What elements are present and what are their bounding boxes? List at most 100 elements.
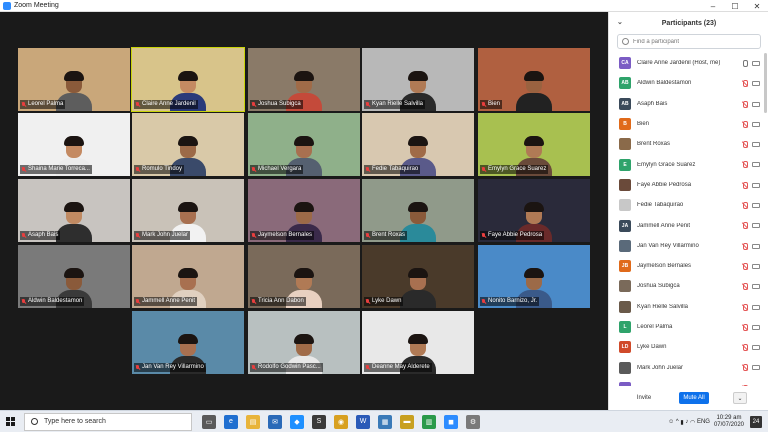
people-icon[interactable]: ☺ <box>668 419 674 425</box>
volume-icon[interactable]: ♪ <box>685 419 688 425</box>
video-camera-icon[interactable] <box>752 203 760 209</box>
clock[interactable]: 10:29 am 07/07/2020 <box>714 415 744 429</box>
mic-muted-icon[interactable] <box>741 242 748 250</box>
notification-center-icon[interactable]: 24 <box>750 416 762 428</box>
video-tile[interactable]: Fedie Tabaquirao <box>362 113 474 176</box>
participant-row[interactable]: Mark John Juelar <box>609 357 768 377</box>
video-tile[interactable]: Leorel Palma <box>18 48 130 111</box>
participant-row[interactable]: LD Lyke Dawn <box>609 337 768 357</box>
chrome-icon[interactable]: ◉ <box>334 414 348 429</box>
windows-start-icon[interactable] <box>2 411 18 432</box>
maximize-icon[interactable]: ☐ <box>724 0 746 12</box>
video-camera-icon[interactable] <box>752 182 760 188</box>
video-camera-icon[interactable] <box>752 345 760 351</box>
participant-row[interactable]: AB Aldwin Baldestamon <box>609 73 768 93</box>
video-camera-icon[interactable] <box>752 243 760 249</box>
video-tile[interactable]: Rodolfo Godwin Pasc... <box>248 311 360 374</box>
participant-row[interactable]: JB Jaymelson Bernales <box>609 256 768 276</box>
mic-muted-icon[interactable] <box>741 80 748 88</box>
taskbar-search[interactable]: Type here to search <box>24 412 192 431</box>
mic-muted-icon[interactable] <box>741 222 748 230</box>
more-options-button[interactable]: ⌄ <box>733 392 747 404</box>
video-tile[interactable]: Nonito Barnizo, Jr. <box>478 245 590 308</box>
video-tile[interactable]: Joshua Subigca <box>248 48 360 111</box>
edge-icon[interactable]: e <box>224 414 238 429</box>
mail-icon[interactable]: ✉ <box>268 414 282 429</box>
video-tile[interactable]: Kyan Rielle Salvilla <box>362 48 474 111</box>
language-indicator[interactable]: ENG <box>697 419 710 425</box>
video-camera-icon[interactable] <box>752 101 760 107</box>
mic-muted-icon[interactable] <box>741 303 748 311</box>
video-camera-icon[interactable] <box>752 223 760 229</box>
dropbox-icon[interactable]: ◆ <box>290 414 304 429</box>
video-camera-icon[interactable] <box>752 121 760 127</box>
participant-row[interactable]: AB Asaph Bais <box>609 94 768 114</box>
app-s-icon[interactable]: S <box>312 414 326 429</box>
video-tile[interactable]: Asaph Bais <box>18 179 130 242</box>
video-tile[interactable]: Emylyn Grace Suarez <box>478 113 590 176</box>
video-tile[interactable]: Faye Abbie Pedrosa <box>478 179 590 242</box>
find-participant-input[interactable] <box>633 38 753 45</box>
video-tile[interactable]: Lyke Dawn <box>362 245 474 308</box>
video-camera-icon[interactable] <box>752 142 760 148</box>
find-participant-field[interactable] <box>617 34 761 49</box>
word-icon[interactable]: W <box>356 414 370 429</box>
video-tile[interactable]: Aldwin Baldestamon <box>18 245 130 308</box>
video-camera-icon[interactable] <box>752 162 760 168</box>
mic-muted-icon[interactable] <box>741 181 748 189</box>
video-camera-icon[interactable] <box>752 324 760 330</box>
video-tile[interactable]: Jaymelson Bernales <box>248 179 360 242</box>
video-tile[interactable]: Bien <box>478 48 590 111</box>
mic-muted-icon[interactable] <box>741 141 748 149</box>
mic-muted-icon[interactable] <box>741 202 748 210</box>
participant-row[interactable]: Brent Roxas <box>609 134 768 154</box>
video-camera-icon[interactable] <box>752 263 760 269</box>
zoom-taskbar-icon[interactable]: ◼ <box>444 414 458 429</box>
task-view-icon[interactable]: ▭ <box>202 414 216 429</box>
participant-row[interactable]: B Bien <box>609 114 768 134</box>
participant-row[interactable]: CA Claire Anne Jardenil (Host, me) <box>609 53 768 73</box>
file-explorer-icon[interactable]: ▤ <box>246 414 260 429</box>
invite-button[interactable]: Invite <box>631 392 657 404</box>
participant-row[interactable]: L Leorel Palma <box>609 317 768 337</box>
mic-muted-icon[interactable] <box>741 364 748 372</box>
mic-icon[interactable] <box>741 60 748 67</box>
video-tile[interactable]: Michael Vergara <box>248 113 360 176</box>
close-icon[interactable]: ✕ <box>746 0 768 12</box>
participant-row[interactable]: Jan Van Rey Villarmino <box>609 236 768 256</box>
settings-icon[interactable]: ⚙ <box>466 414 480 429</box>
spreadsheet-icon[interactable]: ▥ <box>422 414 436 429</box>
video-tile[interactable]: Jammell Anne Penit <box>132 245 244 308</box>
video-camera-icon[interactable] <box>752 304 760 310</box>
scrollbar[interactable] <box>764 53 767 113</box>
mic-muted-icon[interactable] <box>741 100 748 108</box>
video-tile[interactable]: Claire Anne Jardenil <box>131 47 245 112</box>
video-tile[interactable]: Jan Van Rey Villarmino <box>132 311 244 374</box>
video-tile[interactable]: Romulo Tindoy <box>132 113 244 176</box>
mic-muted-icon[interactable] <box>741 323 748 331</box>
video-camera-icon[interactable] <box>752 365 760 371</box>
notes-icon[interactable]: ▬ <box>400 414 414 429</box>
mic-muted-icon[interactable] <box>741 344 748 352</box>
video-camera-icon[interactable] <box>752 284 760 290</box>
participant-row[interactable]: Joshua Subigca <box>609 276 768 296</box>
participant-row[interactable]: E Emylyn Grace Suarez <box>609 154 768 174</box>
mic-muted-icon[interactable] <box>741 161 748 169</box>
participant-row[interactable]: Kyan Rielle Salvilla <box>609 297 768 317</box>
video-tile[interactable]: Deanne May Alderete <box>362 311 474 374</box>
video-tile[interactable]: Shaina Marie Torreca... <box>18 113 130 176</box>
participant-row[interactable]: Faye Abbie Pedrosa <box>609 175 768 195</box>
chevron-down-icon[interactable]: ⌄ <box>617 18 623 26</box>
mic-muted-icon[interactable] <box>741 262 748 270</box>
video-tile[interactable]: Mark John Juelar <box>132 179 244 242</box>
mic-muted-icon[interactable] <box>741 283 748 291</box>
wifi-icon[interactable]: ◠ <box>690 419 695 426</box>
chevron-up-icon[interactable]: ^ <box>676 419 679 425</box>
battery-icon[interactable]: ▮ <box>680 419 683 426</box>
video-camera-icon[interactable] <box>752 81 760 87</box>
photos-icon[interactable]: ▦ <box>378 414 392 429</box>
minimize-icon[interactable]: – <box>702 0 724 12</box>
video-camera-icon[interactable] <box>752 61 760 66</box>
video-tile[interactable]: Tricia Ann Dabon <box>248 245 360 308</box>
video-tile[interactable]: Brent Roxas <box>362 179 474 242</box>
